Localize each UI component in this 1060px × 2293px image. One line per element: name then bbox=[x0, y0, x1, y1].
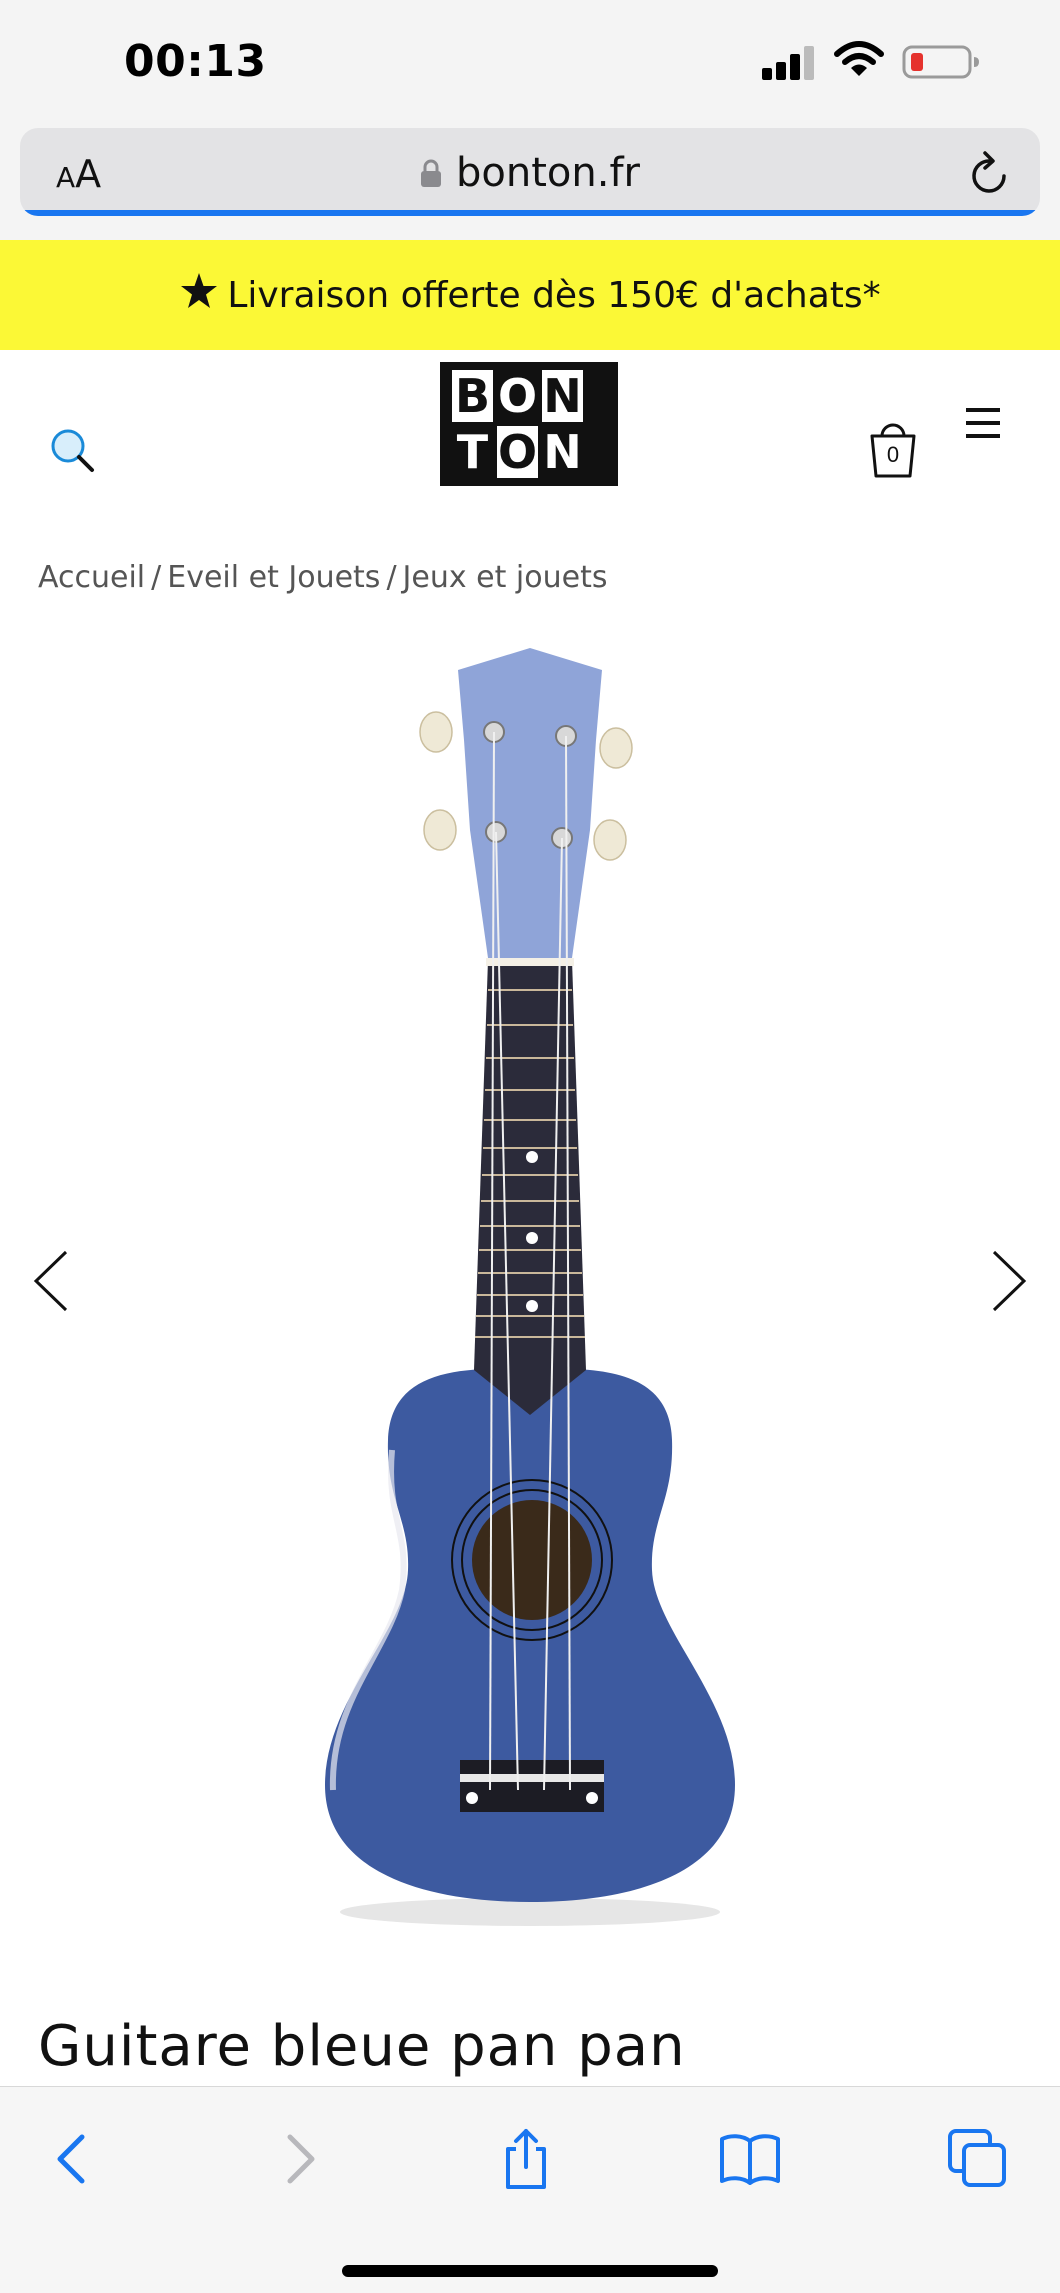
wifi-icon bbox=[834, 41, 884, 76]
cart-button[interactable]: 0 bbox=[866, 422, 920, 480]
logo-letter: O bbox=[497, 369, 538, 423]
logo-letter: N bbox=[542, 425, 583, 479]
star-icon bbox=[181, 273, 218, 308]
url-text: bonton.fr bbox=[456, 150, 640, 196]
breadcrumb: Accueil / Eveil et Jouets / Jeux et jouets bbox=[38, 560, 607, 595]
breadcrumb-separator: / bbox=[386, 560, 397, 595]
promo-text: Livraison offerte dès 150€ d'achats* bbox=[227, 274, 881, 316]
breadcrumb-item-accueil[interactable]: Accueil bbox=[38, 560, 145, 595]
cart-count: 0 bbox=[886, 442, 900, 467]
next-image-arrow-icon[interactable] bbox=[990, 1248, 1030, 1314]
back-arrow-icon[interactable] bbox=[40, 2127, 104, 2191]
logo-letter: B bbox=[452, 370, 493, 422]
site-header: B O N T O N 0 bbox=[0, 350, 1060, 500]
forward-arrow-icon[interactable] bbox=[268, 2127, 332, 2191]
breadcrumb-separator: / bbox=[151, 560, 162, 595]
reload-icon[interactable] bbox=[968, 148, 1012, 196]
breadcrumb-item-eveil[interactable]: Eveil et Jouets bbox=[167, 560, 380, 595]
lock-icon bbox=[421, 159, 442, 187]
bookmarks-icon[interactable] bbox=[718, 2127, 782, 2191]
promo-banner[interactable]: Livraison offerte dès 150€ d'achats* bbox=[0, 240, 1060, 350]
cellular-signal-icon bbox=[762, 44, 818, 80]
product-title: Guitare bleue pan pan bbox=[38, 2014, 686, 2079]
breadcrumb-item-jeux[interactable]: Jeux et jouets bbox=[403, 560, 608, 595]
share-icon[interactable] bbox=[494, 2127, 558, 2191]
bonton-logo[interactable]: B O N T O N bbox=[440, 362, 618, 486]
home-indicator bbox=[342, 2265, 718, 2277]
status-bar: 00:13 bbox=[0, 0, 1060, 118]
logo-letter: N bbox=[542, 369, 583, 423]
hamburger-menu-icon[interactable] bbox=[966, 408, 1006, 442]
page-load-progress bbox=[20, 210, 1040, 216]
address-bar[interactable]: AA bonton.fr bbox=[20, 128, 1040, 216]
browser-address-area: AA bonton.fr bbox=[0, 118, 1060, 240]
search-icon[interactable] bbox=[48, 426, 96, 474]
status-time: 00:13 bbox=[124, 36, 267, 87]
previous-image-arrow-icon[interactable] bbox=[30, 1248, 70, 1314]
logo-letter: O bbox=[497, 425, 538, 479]
tabs-icon[interactable] bbox=[946, 2127, 1010, 2191]
logo-letter: T bbox=[452, 426, 493, 478]
product-image[interactable] bbox=[300, 640, 760, 1930]
url-field[interactable]: bonton.fr bbox=[20, 150, 1040, 196]
battery-icon bbox=[902, 45, 979, 79]
browser-toolbar bbox=[0, 2086, 1060, 2293]
